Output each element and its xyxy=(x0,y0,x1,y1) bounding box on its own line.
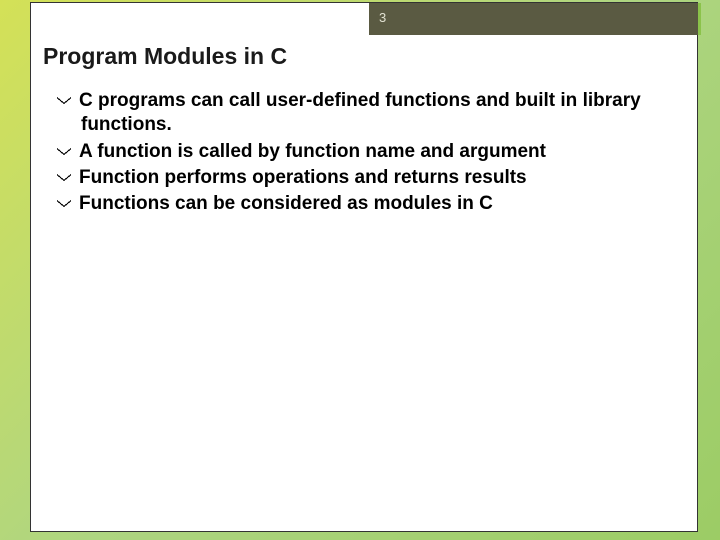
page-number-box: 3 xyxy=(369,3,701,35)
bullet-item: Function performs operations and returns… xyxy=(57,166,677,190)
slide-content: C programs can call user-defined functio… xyxy=(57,89,677,219)
page-number: 3 xyxy=(379,10,386,25)
slide-title: Program Modules in C xyxy=(43,43,287,70)
bullet-item: C programs can call user-defined functio… xyxy=(57,89,677,138)
slide-card: 3 Program Modules in C C programs can ca… xyxy=(30,2,698,532)
bullet-item: Functions can be considered as modules i… xyxy=(57,192,677,216)
bullet-item: A function is called by function name an… xyxy=(57,140,677,164)
